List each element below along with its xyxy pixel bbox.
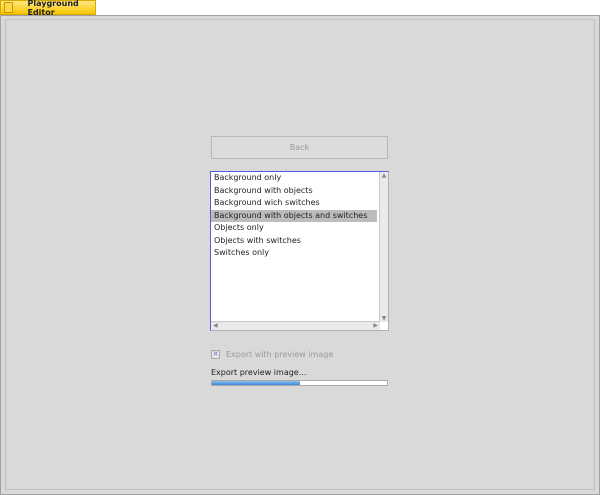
list-item[interactable]: Switches only xyxy=(211,247,377,260)
list-item[interactable]: Objects with switches xyxy=(211,235,377,248)
list-item[interactable]: Background wich switches xyxy=(211,197,377,210)
export-preview-checkbox[interactable]: ✕ Export with preview image xyxy=(211,350,333,359)
list-item[interactable]: Background with objects and switches xyxy=(211,209,377,222)
progress-fill xyxy=(212,381,300,385)
progress-label: Export preview image... xyxy=(211,368,307,377)
export-mode-list[interactable]: Background only Background with objects Ba… xyxy=(210,171,389,331)
list-item[interactable]: Background only xyxy=(211,172,377,185)
checkbox-check-icon: ✕ xyxy=(211,350,220,359)
scroll-down-icon[interactable]: ▼ xyxy=(380,315,388,322)
back-button[interactable]: Back xyxy=(211,136,388,159)
scroll-right-icon[interactable]: ▶ xyxy=(373,322,378,329)
checkbox-label: Export with preview image xyxy=(226,350,334,359)
scroll-left-icon[interactable]: ◀ xyxy=(213,322,218,329)
app-icon xyxy=(4,2,14,13)
progress-bar xyxy=(211,380,388,386)
tab-playground-editor[interactable]: Playground Editor xyxy=(0,0,96,17)
list-item[interactable]: Objects only xyxy=(211,222,377,235)
scroll-up-icon[interactable]: ▲ xyxy=(380,172,388,179)
list-item[interactable]: Background with objects xyxy=(211,185,377,198)
horizontal-scrollbar[interactable]: ◀ ▶ xyxy=(211,321,380,330)
vertical-scrollbar[interactable]: ▲ ▼ xyxy=(379,172,388,322)
